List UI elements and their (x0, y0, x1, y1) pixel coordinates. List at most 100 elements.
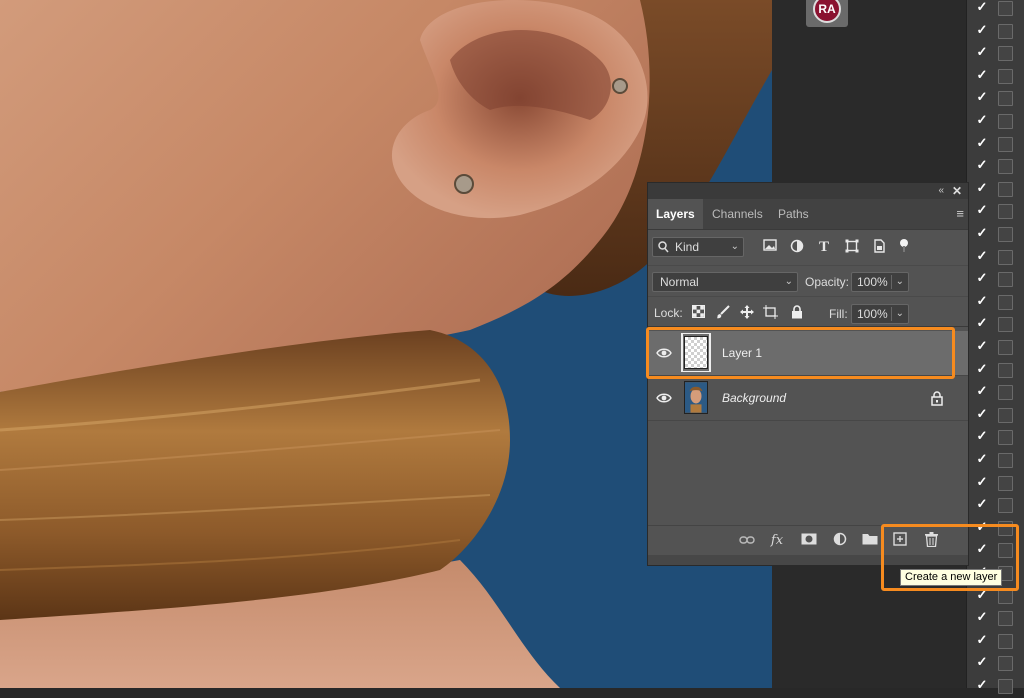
checkmark-icon[interactable]: ✓ (974, 586, 990, 604)
tab-channels[interactable]: Channels (704, 199, 771, 229)
checkmark-icon[interactable]: ✓ (974, 224, 990, 242)
checkbox[interactable] (998, 181, 1013, 197)
visibility-eye-icon[interactable] (656, 345, 672, 361)
checkmark-icon[interactable]: ✓ (974, 495, 990, 513)
blend-mode-select[interactable]: Normal ⌄ (652, 272, 798, 292)
adjustment-layer-icon[interactable] (831, 532, 849, 550)
panel-resize-footer[interactable] (648, 555, 968, 565)
checkmark-icon[interactable]: ✓ (974, 676, 990, 694)
panel-menu-icon[interactable]: ≡ (956, 199, 964, 229)
checkmark-icon[interactable]: ✓ (974, 631, 990, 649)
checkbox[interactable] (998, 385, 1013, 401)
new-layer-icon[interactable] (891, 532, 909, 550)
checkmark-icon[interactable]: ✓ (974, 608, 990, 626)
layer-locked-icon[interactable] (930, 390, 944, 406)
checkbox[interactable] (998, 272, 1013, 288)
adjustment-filter-icon[interactable] (789, 239, 805, 255)
type-filter-icon[interactable]: T (816, 239, 832, 255)
lock-position-icon[interactable] (739, 305, 755, 321)
tab-paths[interactable]: Paths (770, 199, 817, 229)
filter-toggle-switch[interactable] (900, 239, 908, 252)
checkbox[interactable] (998, 611, 1013, 627)
checkbox[interactable] (998, 23, 1013, 39)
checkmark-icon[interactable]: ✓ (974, 134, 990, 152)
new-group-icon[interactable] (861, 532, 879, 550)
fill-field[interactable]: 100% ⌄ (851, 304, 909, 324)
checkmark-icon[interactable]: ✓ (974, 0, 990, 16)
checkmark-icon[interactable]: ✓ (974, 179, 990, 197)
checkmark-icon[interactable]: ✓ (974, 21, 990, 39)
checkmark-icon[interactable]: ✓ (974, 43, 990, 61)
lock-all-icon[interactable] (789, 305, 805, 321)
checkbox[interactable] (998, 656, 1013, 672)
checkmark-icon[interactable]: ✓ (974, 518, 990, 536)
checkbox[interactable] (998, 317, 1013, 333)
checkbox[interactable] (998, 1, 1013, 16)
checkmark-icon[interactable]: ✓ (974, 314, 990, 332)
checkmark-icon[interactable]: ✓ (974, 427, 990, 445)
checkbox[interactable] (998, 543, 1013, 559)
delete-layer-icon[interactable] (922, 532, 940, 550)
checkmark-icon[interactable]: ✓ (974, 382, 990, 400)
checkmark-icon[interactable]: ✓ (974, 247, 990, 265)
checkbox[interactable] (998, 159, 1013, 175)
checkbox[interactable] (998, 588, 1013, 604)
checkbox[interactable] (998, 136, 1013, 152)
checkbox[interactable] (998, 91, 1013, 107)
checkbox[interactable] (998, 249, 1013, 265)
checkmark-icon[interactable]: ✓ (974, 156, 990, 174)
tab-layers[interactable]: Layers (648, 199, 703, 229)
add-mask-icon[interactable] (800, 532, 818, 550)
checkmark-icon[interactable]: ✓ (974, 450, 990, 468)
checkbox[interactable] (998, 204, 1013, 220)
checkmark-icon[interactable]: ✓ (974, 201, 990, 219)
checkbox[interactable] (998, 362, 1013, 378)
chevron-down-icon[interactable]: ⌄ (896, 273, 904, 291)
checkbox[interactable] (998, 407, 1013, 423)
checkbox[interactable] (998, 114, 1013, 129)
checkmark-icon[interactable]: ✓ (974, 111, 990, 129)
layer-row-background[interactable]: Background (648, 376, 968, 421)
panel-title-bar[interactable]: « ✕ (648, 183, 968, 199)
close-panel-icon[interactable]: ✕ (952, 183, 962, 199)
checkbox[interactable] (998, 227, 1013, 242)
layer-name[interactable]: Layer 1 (722, 331, 762, 375)
layer-row-layer-1[interactable]: Layer 1 (648, 331, 968, 376)
lock-artboards-icon[interactable] (763, 305, 779, 321)
checkmark-icon[interactable]: ✓ (974, 88, 990, 106)
visibility-eye-icon[interactable] (656, 390, 672, 406)
checkmark-icon[interactable]: ✓ (974, 653, 990, 671)
fx-icon[interactable]: fx (768, 532, 786, 550)
filter-kind-select[interactable]: Kind ⌄ (652, 237, 744, 257)
layer-name[interactable]: Background (722, 376, 786, 420)
checkmark-icon[interactable]: ✓ (974, 337, 990, 355)
image-filter-icon[interactable] (762, 239, 778, 255)
checkbox[interactable] (998, 633, 1013, 649)
checkmark-icon[interactable]: ✓ (974, 540, 990, 558)
checkbox[interactable] (998, 679, 1013, 694)
checkbox[interactable] (998, 430, 1013, 446)
checkmark-icon[interactable]: ✓ (974, 292, 990, 310)
lock-transparent-pixels-icon[interactable] (690, 305, 706, 321)
link-layers-icon[interactable] (738, 532, 756, 550)
lock-image-pixels-icon[interactable] (715, 305, 731, 321)
opacity-field[interactable]: 100% ⌄ (851, 272, 909, 292)
shape-filter-icon[interactable] (844, 239, 860, 255)
checkmark-icon[interactable]: ✓ (974, 360, 990, 378)
checkbox[interactable] (998, 46, 1013, 62)
checkbox[interactable] (998, 340, 1013, 355)
checkbox[interactable] (998, 520, 1013, 536)
collapse-panel-icon[interactable]: « (938, 183, 944, 199)
checkbox[interactable] (998, 453, 1013, 468)
chevron-down-icon[interactable]: ⌄ (896, 305, 904, 323)
checkbox[interactable] (998, 475, 1013, 491)
checkbox[interactable] (998, 294, 1013, 310)
checkbox[interactable] (998, 498, 1013, 514)
checkbox[interactable] (998, 68, 1013, 84)
checkmark-icon[interactable]: ✓ (974, 66, 990, 84)
checkmark-icon[interactable]: ✓ (974, 405, 990, 423)
checkmark-icon[interactable]: ✓ (974, 473, 990, 491)
smart-object-filter-icon[interactable] (871, 239, 887, 255)
user-avatar[interactable]: RA (806, 0, 848, 27)
checkmark-icon[interactable]: ✓ (974, 269, 990, 287)
